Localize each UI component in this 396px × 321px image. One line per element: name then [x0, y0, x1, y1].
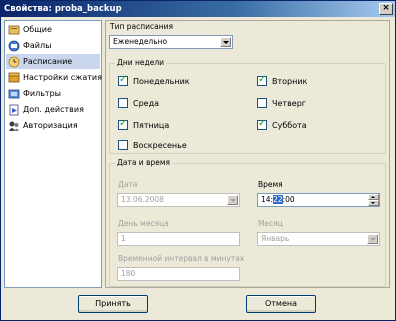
interval-label: Временной интервал в минутах: [118, 254, 245, 263]
schedule-icon: [8, 56, 20, 68]
checkbox-label: Вторник: [272, 76, 308, 86]
close-button[interactable]: ×: [379, 3, 393, 15]
day-of-month-label: День месяца: [118, 219, 169, 228]
interval-value: 180: [121, 269, 136, 278]
chevron-down-icon[interactable]: [367, 234, 378, 244]
checkbox-box[interactable]: [118, 118, 128, 130]
files-icon: [8, 40, 20, 52]
time-rest: :00: [282, 195, 295, 204]
footer-bar: Принять Отмена: [4, 290, 390, 318]
month-label: Месяц: [258, 219, 283, 228]
sidebar-item-extra-actions[interactable]: Доп. действия: [6, 102, 100, 117]
date-label: Дата: [118, 180, 138, 189]
checkbox-friday[interactable]: Пятница: [118, 118, 170, 130]
date-time-group: Дата и время Дата 13.06.2008 Время 14:22…: [109, 158, 386, 287]
filters-icon: [8, 88, 20, 100]
checkbox-wednesday[interactable]: Среда: [118, 98, 159, 108]
time-minute[interactable]: 22: [273, 195, 283, 204]
checkbox-box[interactable]: [257, 118, 267, 130]
checkbox-box[interactable]: [118, 74, 128, 86]
sidebar-item-compression[interactable]: Настройки сжатия: [6, 70, 102, 85]
window-title: Свойства: proba_backup: [4, 4, 122, 14]
checkbox-sunday[interactable]: Воскресенье: [118, 140, 187, 150]
sidebar-item-label: Расписание: [23, 57, 73, 66]
checkbox-box[interactable]: [118, 140, 128, 150]
checkbox-label: Четверг: [272, 98, 306, 108]
chevron-down-icon[interactable]: [227, 195, 238, 205]
month-select[interactable]: Январь: [257, 232, 380, 246]
month-value: Январь: [261, 234, 290, 243]
extra-actions-icon: [8, 104, 20, 116]
day-of-month-field[interactable]: 1: [117, 232, 240, 246]
cancel-button[interactable]: Отмена: [246, 295, 316, 313]
schedule-panel: Тип расписания Еженедельно Дни недели По…: [105, 20, 390, 288]
checkbox-saturday[interactable]: Суббота: [257, 118, 307, 130]
date-time-legend: Дата и время: [115, 158, 173, 167]
properties-window: Свойства: proba_backup × Общие Файлы Рас…: [0, 0, 396, 321]
date-picker[interactable]: 13.06.2008: [117, 193, 240, 207]
checkbox-label: Пятница: [133, 120, 170, 130]
general-icon: [8, 24, 20, 36]
checkbox-label: Суббота: [272, 120, 307, 130]
day-of-month-value: 1: [121, 234, 126, 243]
spin-down-icon[interactable]: [368, 200, 379, 206]
time-label: Время: [258, 180, 283, 189]
schedule-type-select[interactable]: Еженедельно: [109, 35, 233, 49]
checkbox-label: Воскресенье: [133, 140, 187, 150]
authorization-icon: [8, 120, 20, 132]
schedule-type-value: Еженедельно: [113, 37, 168, 46]
interval-field[interactable]: 180: [117, 267, 240, 281]
sidebar-item-label: Настройки сжатия: [23, 73, 102, 82]
checkbox-tuesday[interactable]: Вторник: [257, 74, 308, 86]
sidebar-item-schedule[interactable]: Расписание: [6, 54, 100, 69]
checkbox-label: Среда: [133, 98, 160, 108]
time-hour: 14: [261, 195, 271, 204]
title-bar: Свойства: proba_backup ×: [1, 1, 395, 17]
schedule-type-label: Тип расписания: [110, 22, 174, 31]
days-of-week-legend: Дни недели: [115, 58, 167, 67]
compression-icon: [8, 72, 20, 84]
sidebar-item-label: Файлы: [23, 41, 52, 50]
sidebar-item-authorization[interactable]: Авторизация: [6, 118, 100, 133]
checkbox-box[interactable]: [257, 98, 267, 108]
sidebar-item-filters[interactable]: Фильтры: [6, 86, 100, 101]
chevron-down-icon[interactable]: [220, 37, 231, 47]
sidebar-item-label: Фильтры: [23, 89, 61, 98]
sidebar-item-files[interactable]: Файлы: [6, 38, 100, 53]
sidebar-item-label: Общие: [23, 25, 52, 34]
accept-button[interactable]: Принять: [78, 295, 148, 313]
checkbox-box[interactable]: [118, 98, 128, 108]
sidebar-item-label: Авторизация: [23, 121, 78, 130]
time-field[interactable]: 14:22:00: [257, 193, 380, 207]
checkbox-monday[interactable]: Понедельник: [118, 74, 190, 86]
checkbox-thursday[interactable]: Четверг: [257, 98, 306, 108]
sidebar-item-label: Доп. действия: [23, 105, 84, 114]
days-of-week-group: Дни недели Понедельник Вторник Среда Чет…: [109, 58, 386, 154]
checkbox-box[interactable]: [257, 74, 267, 86]
close-icon: ×: [382, 3, 390, 13]
checkbox-label: Понедельник: [133, 76, 190, 86]
sidebar: Общие Файлы Расписание Настройки сжатия …: [4, 20, 102, 288]
sidebar-item-general[interactable]: Общие: [6, 22, 100, 37]
date-value: 13.06.2008: [121, 195, 164, 204]
time-spinner[interactable]: [368, 194, 379, 206]
